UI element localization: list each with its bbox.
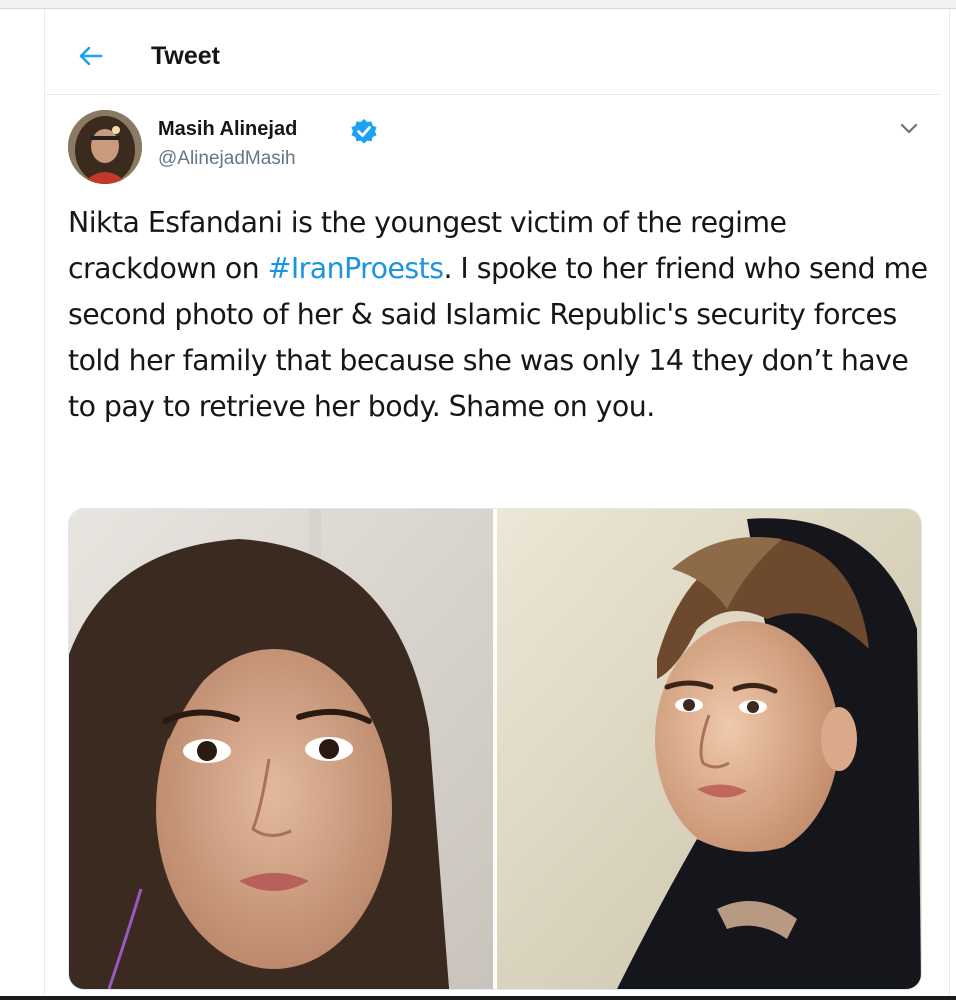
- left-gutter: [0, 9, 45, 997]
- hashtag-link[interactable]: #IranProests: [268, 252, 444, 285]
- photo-portrait-1[interactable]: [69, 509, 493, 989]
- author-name[interactable]: Masih Alinejad: [158, 118, 297, 141]
- verified-badge-icon: [350, 118, 378, 146]
- photo-portrait-2[interactable]: [497, 509, 921, 989]
- back-arrow-icon[interactable]: [77, 42, 105, 70]
- media-grid: [68, 508, 922, 990]
- browser-top-strip: [0, 0, 956, 9]
- chevron-down-icon[interactable]: [896, 116, 922, 140]
- avatar[interactable]: [68, 110, 142, 184]
- bottom-bar: [0, 996, 956, 1000]
- tweet-text: Nikta Esfandani is the youngest victim o…: [68, 200, 928, 430]
- right-edge: [949, 9, 956, 997]
- tweet-header: Tweet: [45, 18, 941, 95]
- page-title: Tweet: [151, 42, 220, 70]
- author-handle[interactable]: @AlinejadMasih: [158, 148, 296, 170]
